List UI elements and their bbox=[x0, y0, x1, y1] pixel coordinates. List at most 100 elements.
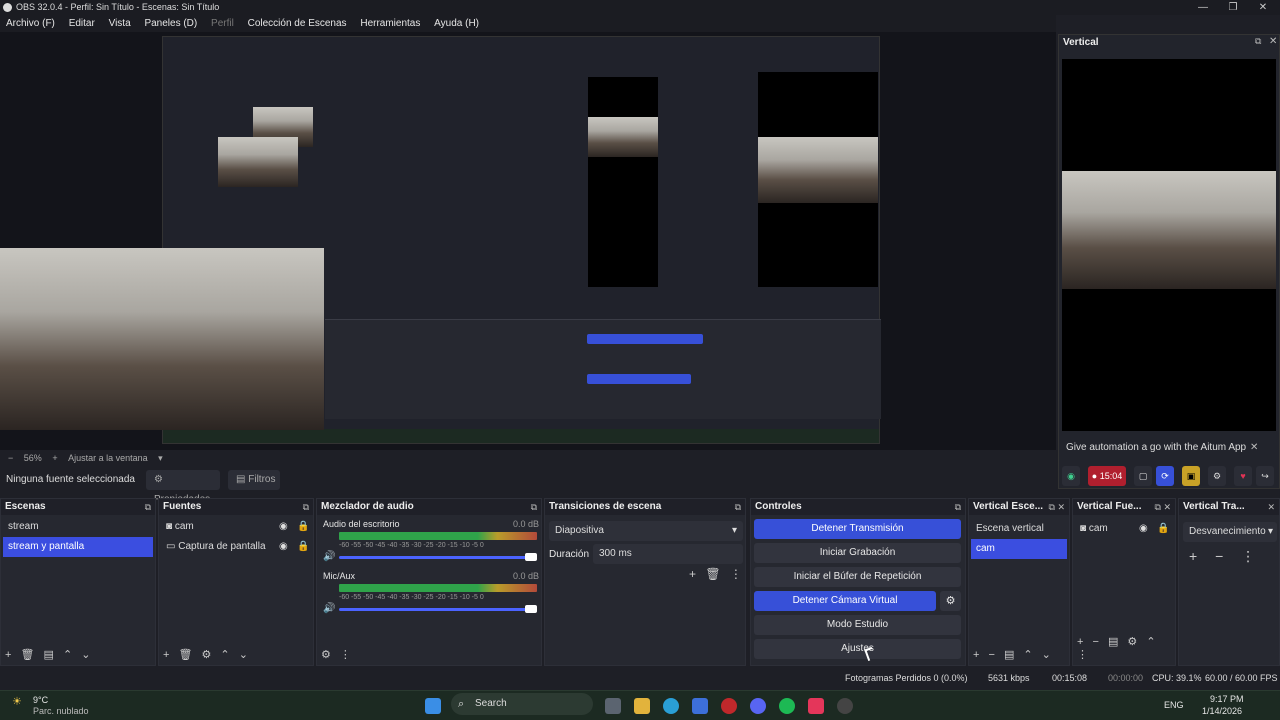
sources-dock: Fuentes ⧉ ◙ cam ◉ 🔒 ▭ Captura de pantalla… bbox=[158, 498, 314, 666]
camera-icon: ◙ bbox=[166, 521, 175, 532]
menu-coleccion-escenas[interactable]: Colección de Escenas bbox=[248, 18, 347, 29]
speaker-icon[interactable]: 🔊 bbox=[323, 603, 335, 614]
lock-icon[interactable]: 🔒 bbox=[297, 537, 309, 557]
spotify-icon[interactable] bbox=[779, 698, 795, 714]
vsources-footer[interactable]: + − ▤ ⚙ ⌃ ⋮ bbox=[1077, 635, 1175, 661]
obs-taskbar-icon[interactable] bbox=[837, 698, 853, 714]
stop-virtual-camera-button[interactable]: Detener Cámara Virtual bbox=[754, 591, 936, 611]
vertical-scene-item[interactable]: Escena vertical bbox=[971, 519, 1067, 539]
vtransition-value: Desvanecimiento bbox=[1189, 526, 1266, 537]
eye-icon[interactable]: ◉ bbox=[1139, 519, 1148, 539]
duration-value: 300 ms bbox=[599, 548, 632, 559]
eye-icon[interactable]: ◉ bbox=[279, 537, 288, 557]
vertical-source-item[interactable]: ◙ cam ◉ 🔒 bbox=[1075, 519, 1173, 539]
lock-icon[interactable]: 🔒 bbox=[297, 517, 309, 537]
vertical-sources-dock: Vertical Fue... ⧉ ✕ ◙ cam ◉ 🔒 + − ▤ ⚙ ⌃ ⋮ bbox=[1072, 498, 1176, 666]
mixer-footer[interactable]: ⚙ ⋮ bbox=[321, 648, 351, 661]
maximize-button[interactable]: ❐ bbox=[1216, 0, 1250, 15]
menu-ayuda[interactable]: Ayuda (H) bbox=[434, 18, 479, 29]
transitions-dock: Transiciones de escena ⧉ Diapositiva ▾ Dur… bbox=[544, 498, 746, 666]
menu-editar[interactable]: Editar bbox=[69, 18, 95, 29]
file-explorer-icon[interactable] bbox=[634, 698, 650, 714]
minimize-button[interactable]: — bbox=[1186, 0, 1220, 15]
menu-paneles[interactable]: Paneles (D) bbox=[144, 18, 197, 29]
menu-herramientas[interactable]: Herramientas bbox=[360, 18, 420, 29]
filters-button[interactable]: ▤ Filtros bbox=[228, 470, 280, 490]
float-icon[interactable]: ⧉ ✕ bbox=[1155, 499, 1171, 515]
source-item[interactable]: ▭ Captura de pantalla ◉ 🔒 bbox=[161, 537, 311, 557]
float-icon[interactable]: ⧉ bbox=[955, 499, 961, 515]
menu-archivo[interactable]: Archivo (F) bbox=[6, 18, 55, 29]
weather-icon[interactable]: ☀ bbox=[12, 695, 22, 708]
vertical-transition-select[interactable]: Desvanecimiento ▾ bbox=[1183, 522, 1277, 542]
gear-icon[interactable]: ⚙ bbox=[1208, 466, 1226, 486]
tiktok-icon[interactable] bbox=[808, 698, 824, 714]
scenes-footer[interactable]: + 🗑 ▤ ⌃ ⌄ bbox=[5, 648, 90, 661]
studio-mode-button[interactable]: Modo Estudio bbox=[754, 615, 961, 635]
app-icon[interactable] bbox=[721, 698, 737, 714]
fit-window-label[interactable]: Ajustar a la ventana bbox=[68, 453, 148, 463]
float-icon[interactable]: ⧉ bbox=[1255, 36, 1261, 47]
vtransition-buttons[interactable]: + − ⋮ bbox=[1189, 548, 1255, 565]
heart-icon[interactable]: ♥ bbox=[1234, 466, 1252, 486]
volume-slider[interactable] bbox=[339, 608, 529, 611]
scenes-title: Escenas bbox=[5, 501, 46, 512]
store-icon[interactable] bbox=[692, 698, 708, 714]
gear-icon[interactable]: ⚙ bbox=[940, 591, 961, 611]
float-icon[interactable]: ⧉ bbox=[145, 499, 151, 515]
volume-knob[interactable] bbox=[525, 605, 537, 613]
start-recording-button[interactable]: Iniciar Grabación bbox=[754, 543, 961, 563]
close-icon[interactable]: ✕ bbox=[1250, 438, 1258, 458]
float-icon[interactable]: ⧉ ✕ bbox=[1049, 499, 1065, 515]
edge-icon[interactable] bbox=[663, 698, 679, 714]
nested-vertical-canvas bbox=[588, 77, 658, 287]
task-view-icon[interactable] bbox=[605, 698, 621, 714]
vertical-timer-button[interactable]: ● 15:04 bbox=[1088, 466, 1126, 486]
float-icon[interactable]: ⧉ bbox=[303, 499, 309, 515]
sources-footer[interactable]: + 🗑 ⚙ ⌃ ⌄ bbox=[163, 648, 248, 661]
language[interactable]: ENG bbox=[1164, 700, 1184, 710]
close-icon[interactable]: ✕ bbox=[1267, 499, 1275, 515]
zoom-out-button[interactable]: − bbox=[8, 453, 13, 463]
taskbar-search[interactable]: ⌕ Search bbox=[451, 693, 593, 715]
stop-streaming-button[interactable]: Detener Transmisión bbox=[754, 519, 961, 539]
discord-icon[interactable] bbox=[750, 698, 766, 714]
float-icon[interactable]: ⧉ bbox=[735, 499, 741, 515]
virtualcam-icon[interactable]: ▣ bbox=[1182, 466, 1200, 486]
volume-knob[interactable] bbox=[525, 553, 537, 561]
scene-item-selected[interactable]: stream y pantalla bbox=[3, 537, 153, 557]
source-item[interactable]: ◙ cam ◉ 🔒 bbox=[161, 517, 311, 537]
chevron-down-icon[interactable]: ▾ bbox=[158, 453, 163, 463]
transition-select[interactable]: Diapositiva ▾ bbox=[549, 521, 743, 541]
controls-title: Controles bbox=[755, 501, 802, 512]
record-icon[interactable]: ▢ bbox=[1134, 466, 1152, 486]
transition-buttons[interactable]: + 🗑 ⋮ bbox=[689, 567, 742, 581]
float-icon[interactable]: ⧉ bbox=[531, 499, 537, 515]
stream-icon[interactable]: ◉ bbox=[1062, 466, 1080, 486]
obs-logo-icon bbox=[3, 3, 12, 12]
duration-input[interactable]: 300 ms bbox=[593, 544, 743, 564]
share-icon[interactable]: ↪ bbox=[1256, 466, 1274, 486]
settings-button[interactable]: Ajustes bbox=[754, 639, 961, 659]
menu-vista[interactable]: Vista bbox=[109, 18, 131, 29]
scene-item[interactable]: stream bbox=[3, 517, 153, 537]
zoom-in-button[interactable]: + bbox=[52, 453, 57, 463]
vertical-transitions-dock: Vertical Tra... ✕ Desvanecimiento ▾ + − ⋮ bbox=[1178, 498, 1280, 666]
properties-button[interactable]: ⚙ Propiedades bbox=[146, 470, 220, 505]
replay-buffer-button[interactable]: Iniciar el Búfer de Repetición bbox=[754, 567, 961, 587]
volume-slider[interactable] bbox=[339, 556, 529, 559]
speaker-icon[interactable]: 🔊 bbox=[323, 551, 335, 562]
weather-text: Parc. nublado bbox=[33, 706, 89, 716]
close-icon[interactable]: ✕ bbox=[1269, 36, 1277, 47]
vertical-scene-item-selected[interactable]: cam bbox=[971, 539, 1067, 559]
windows-start-icon[interactable] bbox=[425, 698, 441, 714]
replay-icon[interactable]: ⟳ bbox=[1156, 466, 1174, 486]
scenes-header: Escenas ⧉ bbox=[1, 499, 155, 515]
menu-perfil[interactable]: Perfil bbox=[211, 18, 234, 29]
filters-label: Filtros bbox=[248, 474, 276, 485]
vtransitions-header: Vertical Tra... ✕ bbox=[1179, 499, 1279, 515]
vscenes-footer[interactable]: + − ▤ ⌃ ⌄ bbox=[973, 648, 1051, 661]
close-button[interactable]: ✕ bbox=[1246, 0, 1280, 15]
eye-icon[interactable]: ◉ bbox=[279, 517, 288, 537]
lock-icon[interactable]: 🔒 bbox=[1157, 519, 1169, 539]
